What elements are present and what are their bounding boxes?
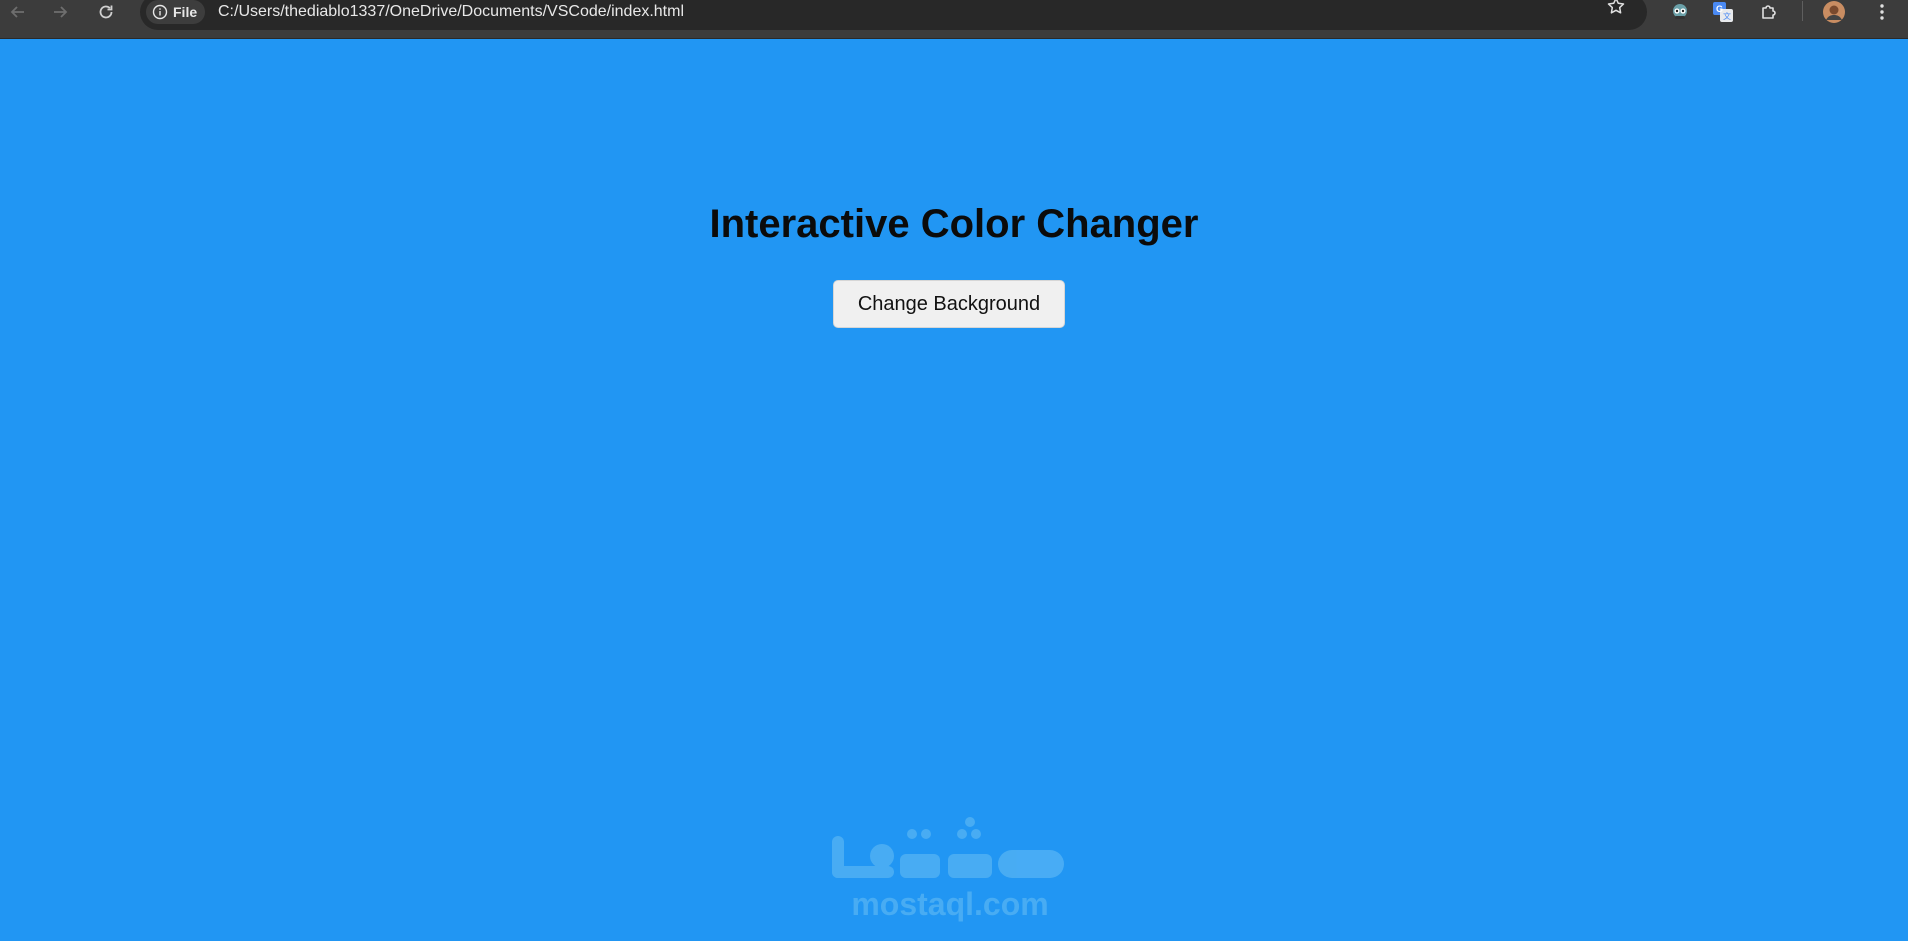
page-title: Interactive Color Changer <box>709 202 1199 246</box>
extensions-menu-button[interactable] <box>1755 0 1783 24</box>
watermark-logo <box>832 817 1064 878</box>
arrow-right-icon <box>54 6 68 18</box>
change-background-button[interactable]: Change Background <box>833 280 1065 328</box>
site-info-chip[interactable]: File <box>146 0 206 24</box>
reload-icon <box>99 5 113 19</box>
svg-text:G: G <box>1716 4 1723 14</box>
browser-menu-button[interactable] <box>1868 0 1896 24</box>
translate-icon: G 文 <box>1713 2 1733 22</box>
forward-button[interactable] <box>44 0 76 24</box>
watermark: mostaql.com <box>830 814 1070 924</box>
extension-button[interactable] <box>1666 0 1694 24</box>
bookmark-star-button[interactable] <box>1602 0 1630 18</box>
back-button[interactable] <box>2 0 34 24</box>
page-viewport: Interactive Color Changer Change Backgro… <box>0 39 1908 941</box>
toolbar-separator <box>1802 1 1803 21</box>
watermark-text: mostaql.com <box>851 886 1049 922</box>
svg-text:文: 文 <box>1723 11 1731 21</box>
menu-icon <box>1880 4 1884 20</box>
star-icon <box>1607 0 1625 14</box>
info-icon <box>152 4 168 20</box>
reload-button[interactable] <box>90 0 122 24</box>
arrow-left-icon <box>10 6 24 18</box>
address-bar[interactable]: File C:/Users/thediablo1337/OneDrive/Doc… <box>140 0 1647 30</box>
profile-button[interactable] <box>1820 0 1848 24</box>
url-text[interactable]: C:/Users/thediablo1337/OneDrive/Document… <box>218 0 684 24</box>
browser-toolbar: File C:/Users/thediablo1337/OneDrive/Doc… <box>0 0 1908 39</box>
translate-button[interactable]: G 文 <box>1709 0 1737 24</box>
chip-label: File <box>173 4 198 20</box>
avatar <box>1823 1 1845 23</box>
puzzle-icon <box>1762 5 1776 19</box>
extension-icon <box>1673 4 1687 19</box>
